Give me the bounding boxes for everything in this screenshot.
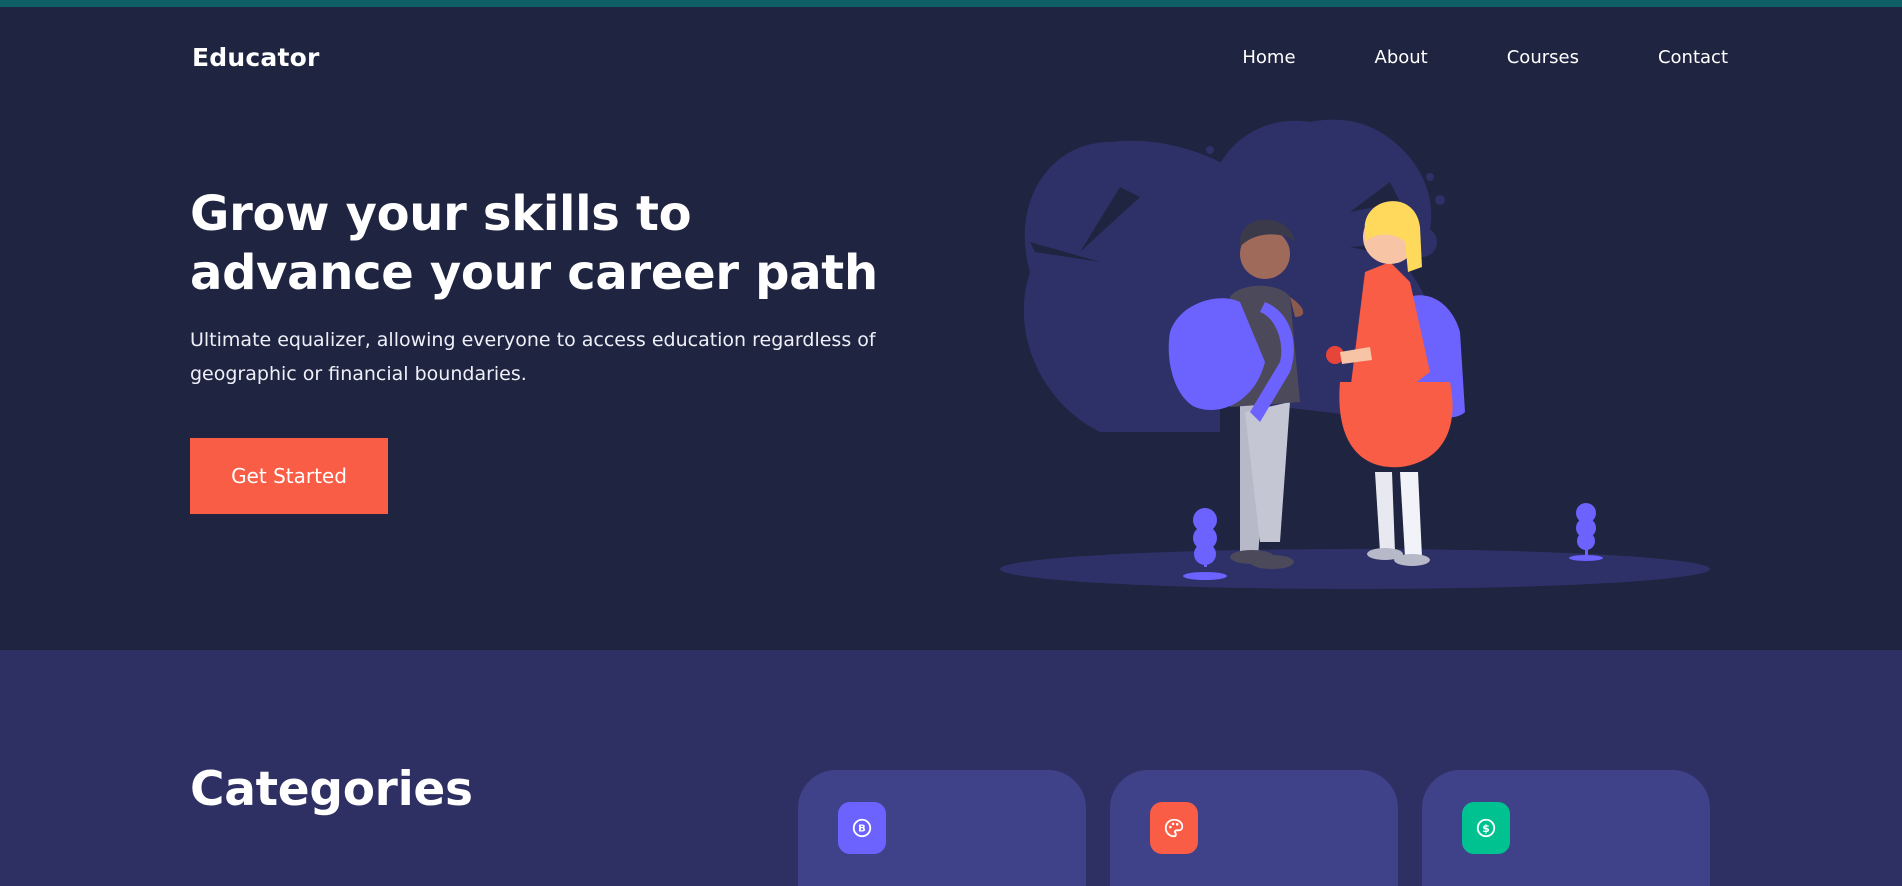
svg-text:B: B xyxy=(858,824,866,835)
nav-courses[interactable]: Courses xyxy=(1507,47,1579,68)
ground-shadow xyxy=(1000,549,1710,589)
bitcoin-icon: B xyxy=(838,802,886,854)
nav-about[interactable]: About xyxy=(1375,47,1428,68)
hero-headline: Grow your skills to advance your career … xyxy=(190,186,878,301)
svg-text:$: $ xyxy=(1482,822,1490,835)
categories-section: Categories B $ xyxy=(0,650,1902,886)
dollar-icon: $ xyxy=(1462,802,1510,854)
right-shrub xyxy=(1569,503,1603,561)
hero-subtext: Ultimate equalizer, allowing everyone to… xyxy=(190,329,876,385)
category-card-bitcoin[interactable]: B xyxy=(798,770,1086,886)
get-started-button[interactable]: Get Started xyxy=(190,438,388,514)
palette-icon xyxy=(1150,802,1198,854)
categories-title: Categories xyxy=(190,762,473,817)
nav-contact[interactable]: Contact xyxy=(1658,47,1728,68)
main-nav: Home About Courses Contact xyxy=(1163,47,1728,68)
students-illustration xyxy=(1000,119,1710,589)
hero-section: Educator Home About Courses Contact Grow… xyxy=(0,7,1902,650)
top-strip xyxy=(0,0,1902,7)
category-card-finance[interactable]: $ xyxy=(1422,770,1710,886)
nav-home[interactable]: Home xyxy=(1242,47,1295,68)
category-card-design[interactable] xyxy=(1110,770,1398,886)
brand-logo[interactable]: Educator xyxy=(192,43,320,72)
